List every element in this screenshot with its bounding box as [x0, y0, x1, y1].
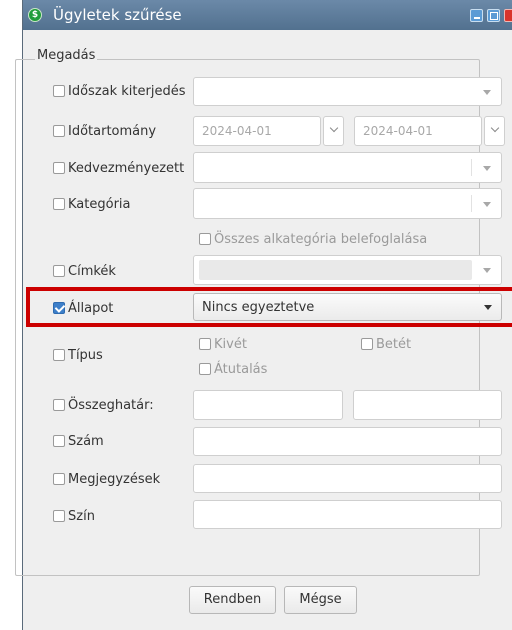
number-label: Szám [68, 433, 104, 449]
date-from-dropdown-icon[interactable] [323, 116, 344, 146]
checkbox-box[interactable] [199, 363, 211, 375]
close-icon[interactable] [504, 9, 512, 22]
notes-checkbox[interactable]: Megjegyzések [53, 470, 160, 488]
amount-label: Összeghatár: [68, 397, 154, 413]
period-extent-combo[interactable] [193, 77, 502, 106]
combo-separator [471, 159, 472, 176]
date-from-field[interactable]: 2024-04-01 [193, 116, 321, 146]
checkbox-box[interactable] [53, 85, 65, 97]
color-field[interactable] [193, 500, 502, 529]
checkbox-box[interactable] [53, 162, 65, 174]
chevron-down-icon [483, 268, 491, 273]
checkbox-box[interactable] [53, 510, 65, 522]
chevron-down-icon [483, 201, 491, 207]
payee-label: Kedvezményezett [68, 160, 185, 176]
combo-separator [471, 195, 472, 212]
period-extent-checkbox[interactable]: Időszak kiterjedés [53, 82, 185, 100]
type-checkbox[interactable]: Típus [53, 346, 103, 364]
checkbox-box[interactable] [53, 265, 65, 277]
status-checkbox[interactable]: Állapot [53, 299, 113, 317]
amount-max-field[interactable] [353, 390, 502, 420]
maximize-icon[interactable] [487, 9, 500, 22]
notes-label: Megjegyzések [68, 471, 161, 487]
cancel-button[interactable]: Mégse [284, 586, 357, 614]
checkbox-box[interactable] [199, 338, 211, 350]
date-range-label: Időtartomány [68, 123, 157, 139]
number-field[interactable] [193, 427, 502, 456]
date-range-checkbox[interactable]: Időtartomány [53, 122, 156, 140]
checkbox-box[interactable] [361, 338, 373, 350]
window-title: Ügyletek szűrése [53, 6, 182, 24]
group-title: Megadás [35, 48, 98, 63]
color-label: Szín [68, 508, 95, 524]
tags-input-area[interactable] [199, 260, 472, 280]
chevron-down-icon [484, 305, 492, 310]
status-label: Állapot [68, 300, 114, 316]
color-checkbox[interactable]: Szín [53, 507, 95, 525]
number-checkbox[interactable]: Szám [53, 432, 104, 450]
category-label: Kategória [68, 196, 131, 212]
checkbox-box[interactable] [53, 473, 65, 485]
period-extent-label: Időszak kiterjedés [68, 83, 186, 99]
checkbox-checked-icon[interactable] [53, 302, 65, 314]
status-combo[interactable]: Nincs egyeztetve [193, 293, 502, 321]
checkbox-box[interactable] [53, 125, 65, 137]
app-dollar-icon: $ [28, 8, 42, 22]
title-bar[interactable]: $ Ügyletek szűrése [23, 0, 512, 30]
amount-checkbox[interactable]: Összeghatár: [53, 396, 154, 414]
checkbox-box[interactable] [53, 198, 65, 210]
checkbox-box[interactable] [53, 399, 65, 411]
date-to-dropdown-icon[interactable] [484, 116, 505, 146]
type-label: Típus [68, 347, 103, 363]
type-transfer-checkbox[interactable]: Átutalás [199, 360, 267, 378]
payee-checkbox[interactable]: Kedvezményezett [53, 159, 184, 177]
type-withdrawal-label: Kivét [214, 336, 247, 352]
type-deposit-label: Betét [376, 336, 412, 352]
checkbox-box[interactable] [53, 435, 65, 447]
status-combo-value: Nincs egyeztetve [202, 300, 315, 315]
amount-min-field[interactable] [193, 390, 343, 420]
ok-button[interactable]: Rendben [189, 586, 276, 614]
checkbox-box[interactable] [199, 233, 211, 245]
type-withdrawal-checkbox[interactable]: Kivét [199, 335, 247, 353]
chevron-down-icon [483, 165, 491, 171]
type-deposit-checkbox[interactable]: Betét [361, 335, 411, 353]
type-transfer-label: Átutalás [214, 361, 268, 377]
minimize-icon[interactable] [470, 9, 483, 22]
tags-label: Címkék [68, 263, 116, 279]
date-to-field[interactable]: 2024-04-01 [354, 116, 482, 146]
checkbox-box[interactable] [53, 349, 65, 361]
category-combo[interactable] [193, 188, 502, 219]
payee-combo[interactable] [193, 152, 502, 183]
tags-checkbox[interactable]: Címkék [53, 262, 116, 280]
category-checkbox[interactable]: Kategória [53, 195, 131, 213]
include-subcategories-checkbox[interactable]: Összes alkategória belefoglalása [199, 230, 427, 248]
include-subcategories-label: Összes alkategória belefoglalása [214, 231, 428, 247]
chevron-down-icon [483, 89, 491, 95]
notes-field[interactable] [193, 464, 502, 493]
